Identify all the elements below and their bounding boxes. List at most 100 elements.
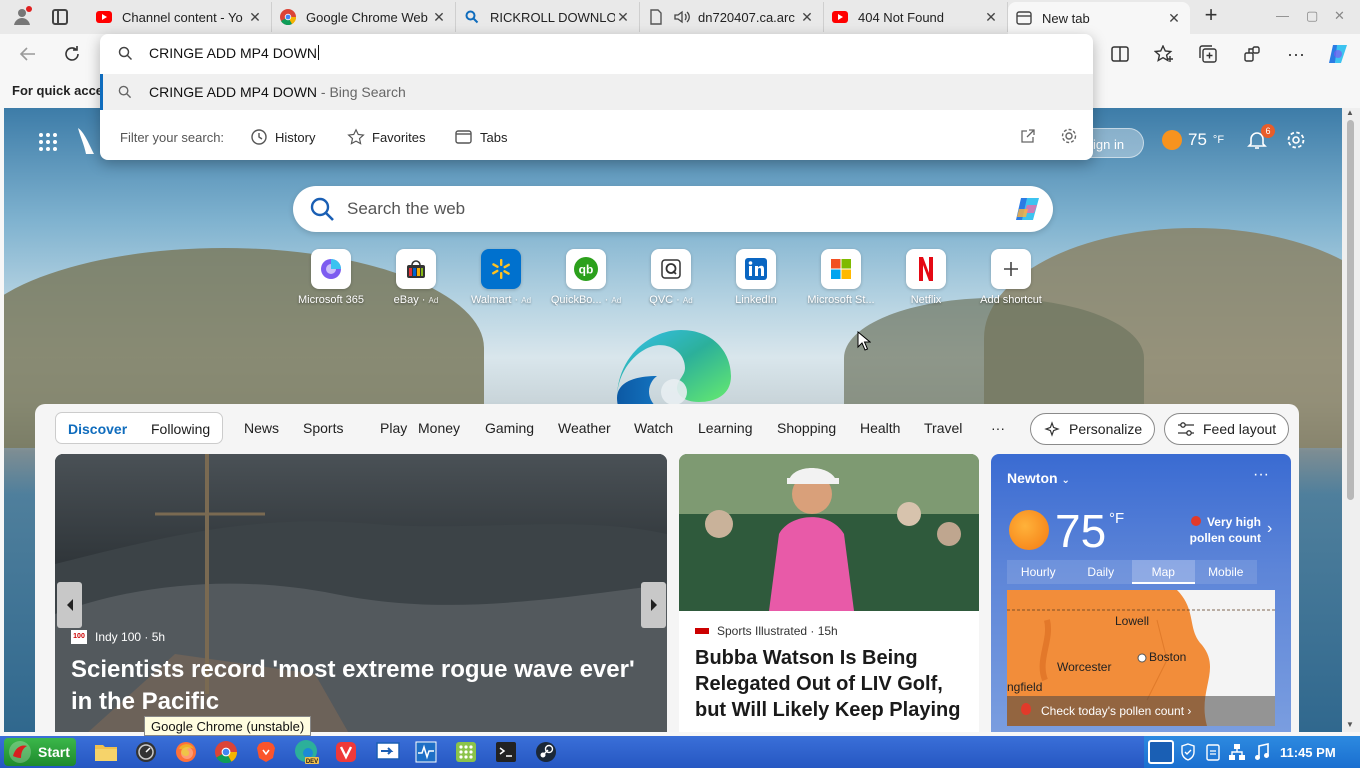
copilot-icon[interactable] <box>1013 195 1043 223</box>
remote-session-icon[interactable] <box>1148 740 1174 764</box>
chevron-right-icon[interactable]: › <box>1267 520 1272 538</box>
notifications-icon[interactable]: 6 <box>1247 124 1275 155</box>
network-icon[interactable] <box>1228 743 1246 766</box>
weather-location[interactable]: Newton ⌄ <box>1007 470 1070 486</box>
weather-tab-hourly[interactable]: Hourly <box>1007 560 1070 584</box>
nav-more-icon[interactable]: ··· <box>991 420 1005 436</box>
tab-actions-icon[interactable] <box>52 9 68 25</box>
shield-icon[interactable] <box>1180 743 1196 766</box>
minimize-icon[interactable]: — <box>1276 8 1289 23</box>
back-icon[interactable] <box>14 40 42 68</box>
tab-discover[interactable]: Discover <box>68 421 127 437</box>
pollen-count-link[interactable]: Check today's pollen count › <box>1007 696 1275 726</box>
header-weather[interactable]: 75 °F <box>1162 130 1224 150</box>
nav-gaming[interactable]: Gaming <box>485 420 534 436</box>
maximize-icon[interactable]: ▢ <box>1306 8 1318 24</box>
start-button[interactable]: Start <box>4 738 76 766</box>
weather-tab-daily[interactable]: Daily <box>1069 560 1132 584</box>
firefox-icon[interactable] <box>172 739 200 765</box>
shortcut-netflix[interactable]: Netflix <box>883 249 969 306</box>
settings-icon[interactable] <box>1060 127 1078 148</box>
vivaldi-icon[interactable] <box>332 739 360 765</box>
web-search-input[interactable] <box>347 194 987 224</box>
close-tab-icon[interactable]: ✕ <box>431 9 447 26</box>
nav-learning[interactable]: Learning <box>698 420 753 436</box>
chrome-icon[interactable] <box>212 739 240 765</box>
news-card-rogue-wave[interactable]: 100 Indy 100 · 5h Scientists record 'mos… <box>55 454 667 732</box>
page-scrollbar[interactable]: ▲ ▼ <box>1342 108 1360 732</box>
more-options-icon[interactable]: ··· <box>1253 466 1269 484</box>
nav-sports[interactable]: Sports <box>303 420 343 436</box>
extensions-icon[interactable] <box>1238 40 1266 68</box>
system-monitor-icon[interactable] <box>132 739 160 765</box>
card-headline[interactable]: Bubba Watson Is Being Relegated Out of L… <box>695 645 970 723</box>
carousel-prev-button[interactable] <box>57 582 82 628</box>
nav-travel[interactable]: Travel <box>924 420 962 436</box>
close-tab-icon[interactable]: ✕ <box>615 9 631 26</box>
close-tab-icon[interactable]: ✕ <box>247 9 263 26</box>
new-tab-button[interactable]: + <box>1200 4 1222 27</box>
music-icon[interactable] <box>1254 743 1270 766</box>
shortcut-quickbooks[interactable]: qb QuickBo... · Ad <box>543 249 629 306</box>
shortcut-microsoft-365[interactable]: Microsoft 365 <box>288 249 374 306</box>
news-card-bubba-watson[interactable]: Sports Illustrated · 15h Bubba Watson Is… <box>679 454 979 732</box>
weather-tab-mobile[interactable]: Mobile <box>1194 560 1257 584</box>
search-suggestion[interactable]: CRINGE ADD MP4 DOWN - Bing Search <box>100 74 1093 110</box>
terminal-icon[interactable] <box>492 739 520 765</box>
tab-404-not-found[interactable]: 404 Not Found ✕ <box>824 2 1008 32</box>
nav-money[interactable]: Money <box>418 420 460 436</box>
feed-layout-button[interactable]: Feed layout <box>1164 413 1290 445</box>
close-window-icon[interactable]: ✕ <box>1334 8 1345 24</box>
nav-weather[interactable]: Weather <box>558 420 611 436</box>
calculator-icon[interactable] <box>452 739 480 765</box>
close-tab-icon[interactable]: ✕ <box>983 9 999 26</box>
shortcut-linkedin[interactable]: LinkedIn <box>713 249 799 306</box>
tab-rickroll-download[interactable]: RICKROLL DOWNLO ✕ <box>456 2 640 32</box>
page-settings-icon[interactable] <box>1286 130 1306 155</box>
filter-tabs[interactable]: Tabs <box>455 125 507 149</box>
shortcut-ebay[interactable]: eBay · Ad <box>373 249 459 306</box>
shortcut-microsoft-store[interactable]: Microsoft St... <box>798 249 884 306</box>
scrollbar-thumb[interactable] <box>1347 120 1354 500</box>
card-headline[interactable]: Scientists record 'most extreme rogue wa… <box>71 654 651 718</box>
shortcut-walmart[interactable]: Walmart · Ad <box>458 249 544 306</box>
filter-favorites[interactable]: Favorites <box>347 125 425 149</box>
tab-following[interactable]: Following <box>151 421 210 437</box>
brave-icon[interactable] <box>252 739 280 765</box>
address-bar-input[interactable]: CRINGE ADD MP4 DOWN <box>100 34 1093 72</box>
app-launcher-icon[interactable] <box>38 132 58 157</box>
weather-tab-map[interactable]: Map <box>1132 560 1195 584</box>
close-tab-icon[interactable]: ✕ <box>1166 10 1182 27</box>
copilot-icon[interactable] <box>1324 40 1352 68</box>
tab-new-tab[interactable]: New tab ✕ <box>1008 2 1190 34</box>
file-manager-icon[interactable] <box>92 739 120 765</box>
more-menu-icon[interactable]: ··· <box>1282 40 1310 68</box>
nav-news[interactable]: News <box>244 420 279 436</box>
refresh-icon[interactable] <box>58 40 86 68</box>
activity-monitor-icon[interactable] <box>412 739 440 765</box>
weather-card[interactable]: Newton ⌄ ··· 75 °F Very high pollen coun… <box>991 454 1291 732</box>
personalize-button[interactable]: Personalize <box>1030 413 1156 445</box>
carousel-next-button[interactable] <box>641 582 666 628</box>
scroll-up-icon[interactable]: ▲ <box>1346 108 1354 117</box>
remote-desktop-icon[interactable] <box>374 739 402 765</box>
favorites-icon[interactable] <box>1150 40 1178 68</box>
tab-chrome-web-store[interactable]: Google Chrome Web ✕ <box>272 2 456 32</box>
speaker-icon[interactable] <box>674 9 690 25</box>
nav-shopping[interactable]: Shopping <box>777 420 836 436</box>
steam-icon[interactable] <box>532 739 560 765</box>
nav-play[interactable]: Play <box>380 420 407 436</box>
split-screen-icon[interactable] <box>1106 40 1134 68</box>
filter-history[interactable]: History <box>250 125 315 149</box>
profile-icon[interactable] <box>12 6 32 26</box>
clipboard-icon[interactable] <box>1206 743 1220 766</box>
shortcut-qvc[interactable]: QVC · Ad <box>628 249 714 306</box>
add-shortcut-button[interactable]: Add shortcut <box>968 249 1054 306</box>
pollen-alert[interactable]: Very high pollen count <box>1187 514 1261 546</box>
close-tab-icon[interactable]: ✕ <box>799 9 815 26</box>
collections-icon[interactable] <box>1194 40 1222 68</box>
tab-dn720407[interactable]: dn720407.ca.arc ✕ <box>640 2 824 32</box>
tab-channel-content[interactable]: Channel content - Yo ✕ <box>88 2 272 32</box>
edge-dev-icon[interactable]: DEV <box>290 739 322 765</box>
open-external-icon[interactable] <box>1020 128 1036 147</box>
